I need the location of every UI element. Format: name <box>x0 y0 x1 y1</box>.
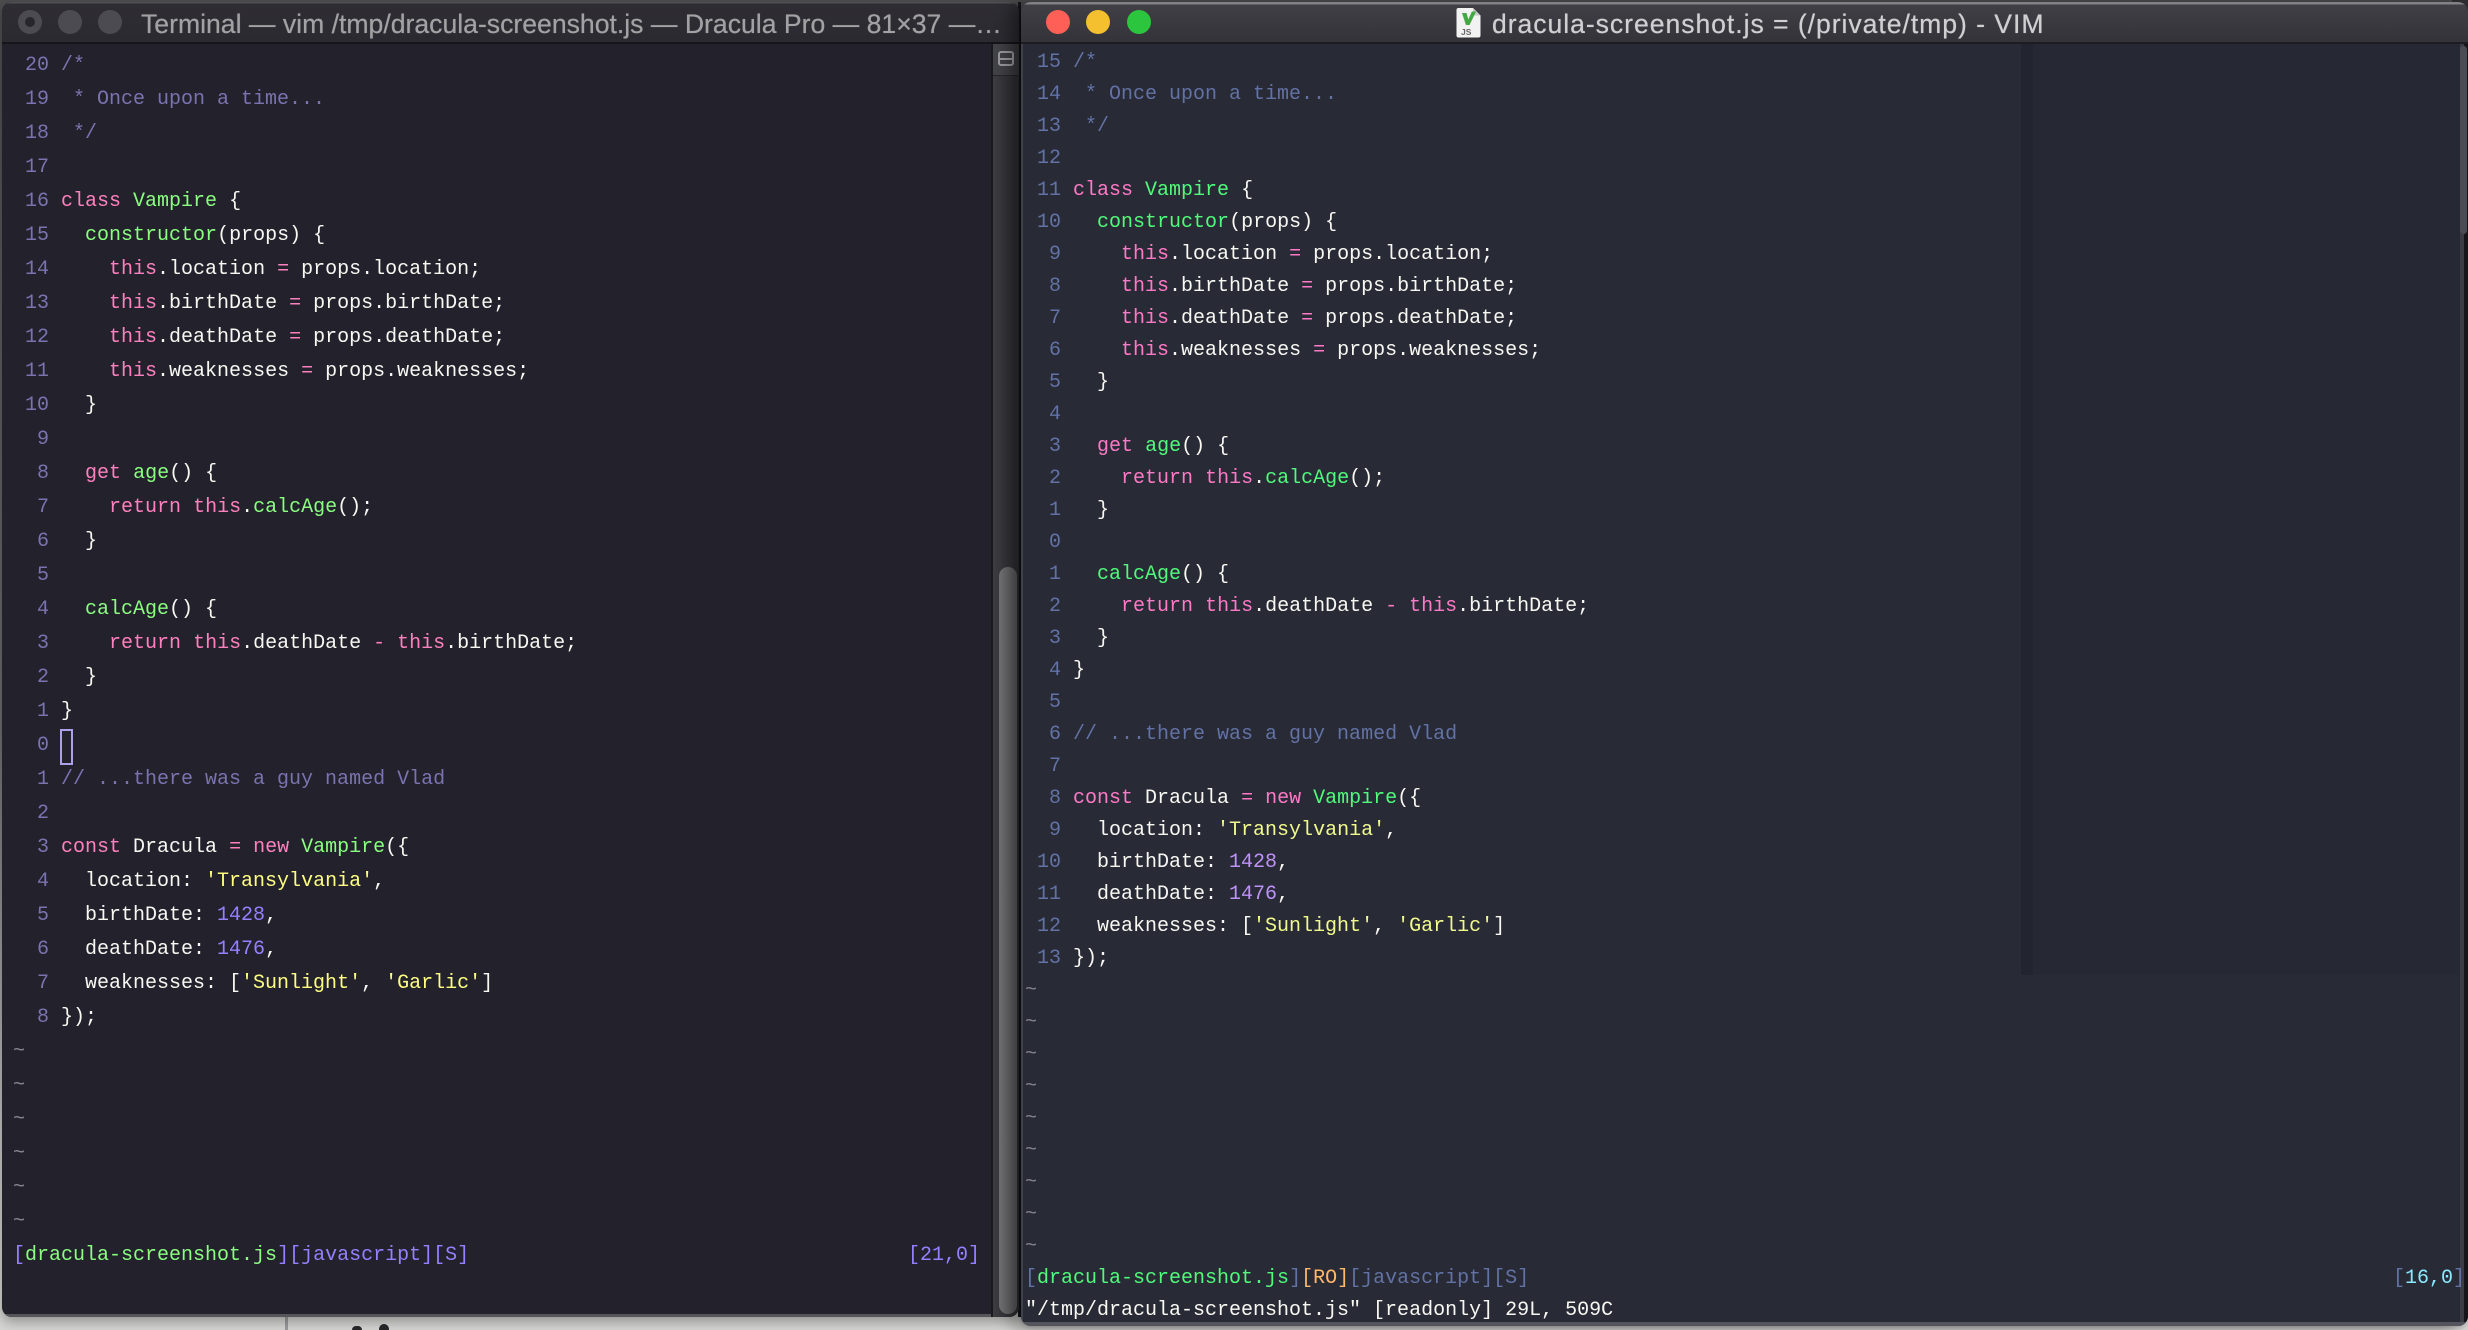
svg-text:JS: JS <box>1461 27 1472 37</box>
